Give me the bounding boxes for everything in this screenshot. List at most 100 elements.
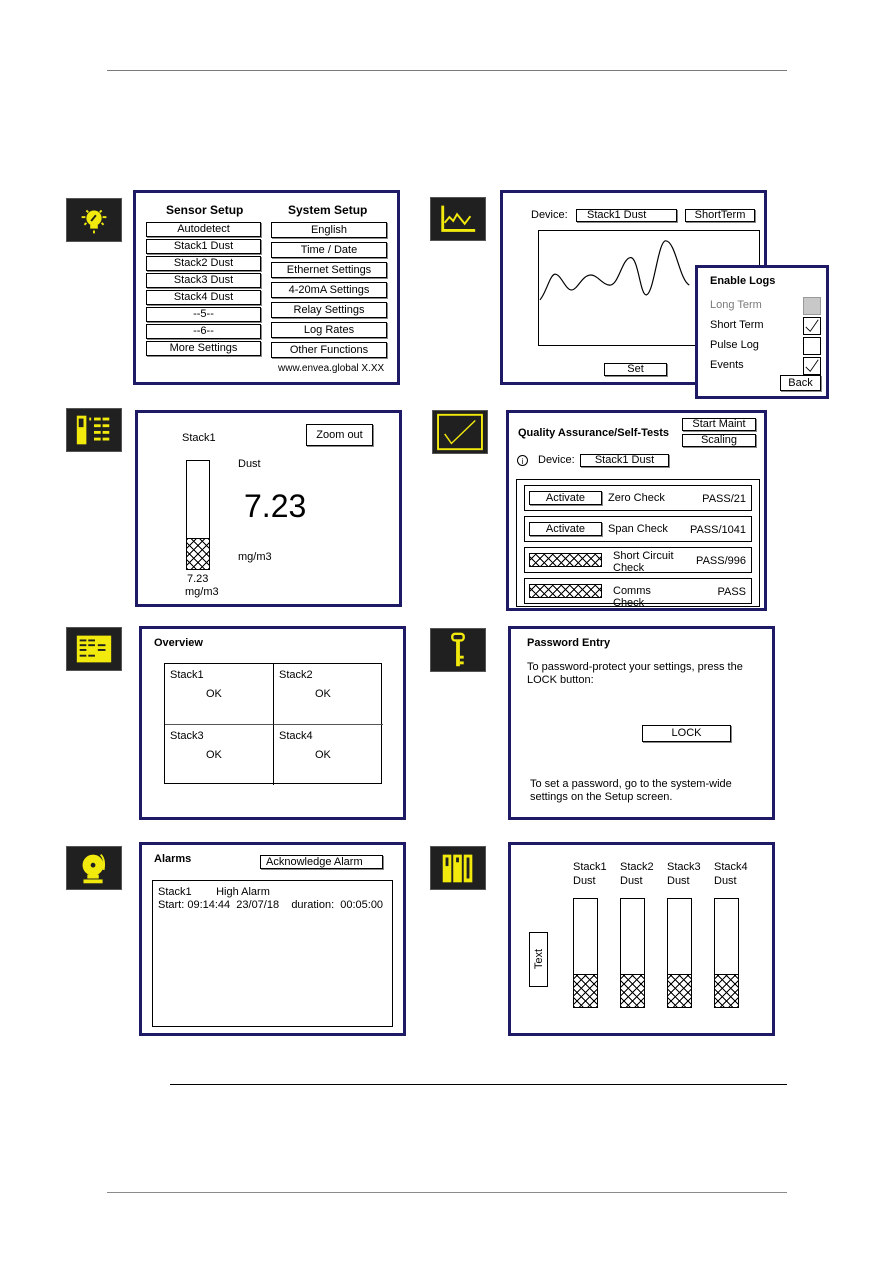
log-option-checkbox[interactable] — [803, 357, 821, 375]
enable-logs-popup: Enable Logs Long Term Short Term Pulse Log… — [695, 265, 829, 399]
qa-test-name: Span Check — [608, 523, 668, 535]
info-icon[interactable]: i — [517, 455, 528, 466]
overview-cell-status: OK — [315, 749, 331, 761]
system-item-button[interactable]: 4-20mA Settings — [271, 282, 387, 298]
system-item-button[interactable]: Time / Date — [271, 242, 387, 258]
overview-cell-status: OK — [315, 688, 331, 700]
back-button[interactable]: Back — [780, 375, 821, 391]
checkmark-icon — [805, 319, 819, 333]
setup-icon — [66, 198, 122, 242]
sensor-item-button[interactable]: --6-- — [146, 324, 261, 339]
overview-cell[interactable]: Stack1 OK — [165, 664, 273, 724]
qa-title: Quality Assurance/Self-Tests — [518, 427, 669, 439]
qa-test-result: PASS/996 — [696, 555, 746, 567]
stack-level-fill — [715, 973, 738, 1007]
activate-button-disabled — [529, 553, 602, 567]
system-item-button[interactable]: Relay Settings — [271, 302, 387, 318]
alarms-screen: Alarms Acknowledge Alarm Stack1 High Ala… — [139, 842, 406, 1036]
qa-test-row: Activate Zero Check PASS/21 — [524, 485, 752, 511]
password-screen: Password Entry To password-protect your … — [508, 626, 775, 820]
qa-test-row: Activate Span Check PASS/1041 — [524, 516, 752, 542]
sensor-item-button[interactable]: Stack3 Dust — [146, 273, 261, 288]
alarm-entry-line1[interactable]: Stack1 High Alarm — [158, 886, 270, 898]
qa-test-row: Comms Check PASS — [524, 578, 752, 609]
scaling-button[interactable]: Scaling — [682, 434, 756, 447]
bar-unit: mg/m3 — [185, 586, 219, 598]
overview-cell-name: Stack4 — [279, 730, 313, 742]
setup-screen: Sensor Setup System Setup Autodetect Stac… — [133, 190, 400, 385]
single-bar-list-icon — [76, 415, 110, 445]
set-button[interactable]: Set — [604, 363, 667, 376]
qa-screen: Quality Assurance/Self-Tests Start Maint… — [506, 410, 767, 611]
key-icon — [451, 632, 465, 667]
version-footer: www.envea.global X.XX — [278, 363, 385, 374]
sensor-item-button[interactable]: Stack4 Dust — [146, 290, 261, 305]
alarm-entry-line2[interactable]: Start: 09:14:44 23/07/18 duration: 00:05… — [158, 899, 383, 911]
overview-screen: Overview Stack1 OK Stack2 OK Stack3 OK Stack4 O… — [139, 626, 406, 820]
qa-device-label: Device: — [538, 454, 575, 466]
overview-cell[interactable]: Stack2 OK — [273, 664, 383, 724]
overview-grid: Stack1 OK Stack2 OK Stack3 OK Stack4 OK — [164, 663, 383, 785]
stack-level-fill — [621, 973, 644, 1007]
lock-button[interactable]: LOCK — [642, 725, 731, 742]
line-chart-icon — [441, 205, 476, 232]
alarm-list: Stack1 High Alarm Start: 09:14:44 23/07/1… — [152, 880, 393, 1027]
log-option-checkbox — [803, 297, 821, 315]
checkmark-icon — [437, 413, 483, 451]
stack-level-fill — [668, 973, 691, 1007]
overview-cell-name: Stack1 — [170, 669, 204, 681]
stack-name: Stack2 — [620, 861, 654, 873]
system-item-button[interactable]: Ethernet Settings — [271, 262, 387, 278]
overview-cell-name: Stack2 — [279, 669, 313, 681]
password-title: Password Entry — [527, 637, 611, 649]
activate-button[interactable]: Activate — [529, 522, 602, 536]
enable-logs-title: Enable Logs — [710, 275, 776, 287]
header-rule — [107, 70, 787, 71]
sensor-item-button[interactable]: More Settings — [146, 341, 261, 356]
zoomed-view-icon — [66, 408, 122, 452]
stack-name: Stack3 — [667, 861, 701, 873]
qa-test-row: Short Circuit Check PASS/996 — [524, 547, 752, 574]
overview-icon — [66, 627, 122, 671]
activate-button[interactable]: Activate — [529, 491, 602, 505]
stack-measure: Dust — [573, 875, 596, 887]
stack-measure: Dust — [667, 875, 690, 887]
sensor-item-button[interactable]: --5-- — [146, 307, 261, 322]
log-option-checkbox[interactable] — [803, 337, 821, 355]
sensor-item-button[interactable]: Autodetect — [146, 222, 261, 237]
range-select[interactable]: ShortTerm — [685, 209, 755, 222]
sensor-item-button[interactable]: Stack1 Dust — [146, 239, 261, 254]
level-bar — [186, 460, 210, 570]
activate-button-disabled — [529, 584, 602, 598]
password-note: To set a password, go to the system-wide… — [530, 778, 732, 803]
alarms-icon — [66, 846, 122, 890]
stack-label: Stack1 — [182, 432, 216, 444]
level-bar-fill — [187, 537, 209, 569]
log-option-label: Pulse Log — [710, 339, 759, 351]
overview-cell-status: OK — [206, 749, 222, 761]
qa-test-name: Comms Check — [613, 585, 651, 609]
overview-cell-name: Stack3 — [170, 730, 204, 742]
stack-name: Stack1 — [573, 861, 607, 873]
qa-device-select[interactable]: Stack1 Dust — [580, 454, 669, 467]
system-item-button[interactable]: Log Rates — [271, 322, 387, 338]
system-item-button[interactable]: English — [271, 222, 387, 238]
stack-measure: Dust — [620, 875, 643, 887]
stack-level-bar — [620, 898, 645, 1008]
sensor-item-button[interactable]: Stack2 Dust — [146, 256, 261, 271]
sensor-setup-title: Sensor Setup — [166, 203, 244, 217]
log-option-checkbox[interactable] — [803, 317, 821, 335]
reading-value: 7.23 — [244, 488, 307, 524]
system-item-button[interactable]: Other Functions — [271, 342, 387, 358]
stack-name: Stack4 — [714, 861, 748, 873]
device-label: Device: — [531, 209, 568, 221]
zoom-out-button[interactable]: Zoom out — [306, 424, 373, 446]
device-select[interactable]: Stack1 Dust — [576, 209, 677, 222]
overview-grid-icon — [76, 635, 112, 663]
acknowledge-alarm-button[interactable]: Acknowledge Alarm — [260, 855, 383, 869]
overview-cell[interactable]: Stack4 OK — [273, 724, 383, 785]
stack-level-bar — [573, 898, 598, 1008]
start-maint-button[interactable]: Start Maint — [682, 418, 756, 431]
overview-cell[interactable]: Stack3 OK — [165, 724, 273, 785]
zoomed-reading-screen: Stack1 Zoom out 7.23 mg/m3 Dust 7.23 mg/… — [135, 410, 402, 607]
